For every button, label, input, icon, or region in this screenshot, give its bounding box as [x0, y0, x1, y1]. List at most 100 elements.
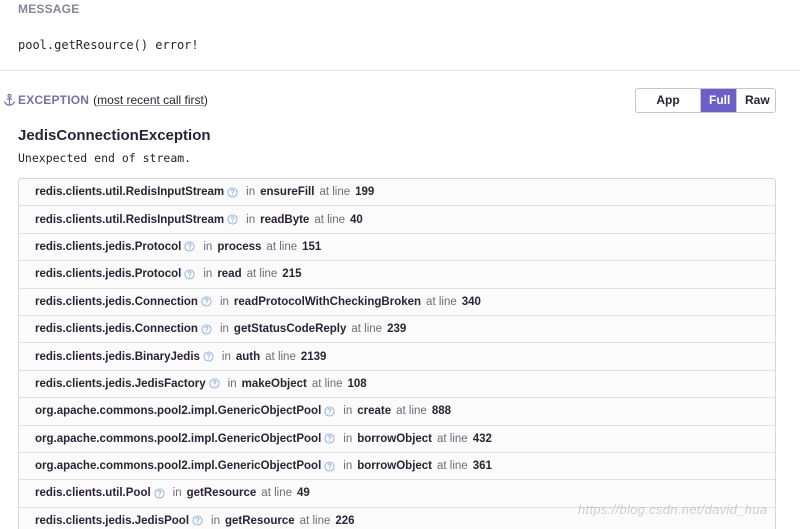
frame-at-line-text: at line	[437, 460, 468, 473]
frame-module: org.apache.commons.pool2.impl.GenericObj…	[35, 432, 322, 445]
frame-line-number: 151	[302, 240, 322, 253]
question-circle-icon[interactable]	[192, 515, 203, 526]
frame-line-number: 888	[431, 405, 452, 418]
full-button[interactable]: Full	[701, 89, 737, 112]
frame-function: getStatusCodeReply	[233, 323, 347, 336]
frame-at-line-text: at line	[396, 405, 427, 418]
message-text: pool.getResource() error!	[18, 38, 199, 52]
frame-module: redis.clients.jedis.Protocol	[35, 268, 182, 281]
frame-in-text: in	[219, 295, 229, 308]
frame-function: borrowObject	[357, 460, 433, 473]
stack-frame-row[interactable]: redis.clients.jedis.JedisFactory in makeOb…	[19, 371, 775, 399]
app-only-button[interactable]: App Only	[636, 89, 701, 112]
frame-line-number: 361	[472, 460, 492, 473]
frame-in-text: in	[343, 432, 353, 445]
frame-function: readByte	[260, 213, 310, 226]
frame-module: redis.clients.jedis.Connection	[35, 295, 198, 308]
question-circle-icon[interactable]	[227, 214, 238, 225]
frame-in-text: in	[227, 377, 237, 390]
frame-line-number: 49	[296, 487, 310, 500]
exception-value: Unexpected end of stream.	[18, 151, 192, 165]
frame-at-line-text: at line	[266, 240, 298, 253]
exception-header: EXCEPTION (most recent call first)	[3, 90, 208, 110]
frame-in-text: in	[203, 268, 213, 281]
frame-function: readProtocolWithCheckingBroken	[233, 295, 422, 308]
question-circle-icon[interactable]	[201, 296, 212, 307]
stacktrace-view-toggle: App Only Full Raw	[635, 88, 776, 113]
frame-at-line-text: at line	[319, 186, 351, 199]
question-circle-icon[interactable]	[154, 488, 165, 499]
frame-function: borrowObject	[357, 432, 433, 445]
stack-frame-row[interactable]: redis.clients.jedis.Protocol in process at …	[19, 234, 775, 262]
question-circle-icon[interactable]	[203, 351, 214, 362]
frame-function: getResource	[225, 514, 295, 527]
frame-in-text: in	[343, 460, 353, 473]
frame-line-number: 199	[355, 186, 375, 199]
frame-function: process	[217, 240, 262, 253]
stack-frame-row[interactable]: redis.clients.util.RedisInputStream in rea…	[19, 206, 775, 234]
frame-function: auth	[235, 350, 261, 363]
exception-heading: EXCEPTION	[18, 93, 90, 107]
frame-module: redis.clients.jedis.JedisPool	[35, 514, 190, 527]
stack-frame-row[interactable]: redis.clients.jedis.BinaryJedis in auth at …	[19, 343, 775, 371]
frame-module: redis.clients.jedis.Protocol	[35, 240, 182, 253]
question-circle-icon[interactable]	[184, 241, 195, 253]
raw-button[interactable]: Raw	[737, 89, 775, 112]
stack-frame-row[interactable]: redis.clients.jedis.Connection in getStatu…	[19, 316, 775, 344]
stack-frame-row[interactable]: org.apache.commons.pool2.impl.GenericObj…	[19, 426, 775, 453]
frame-function: getResource	[186, 487, 257, 500]
stack-frames-list: redis.clients.util.RedisInputStream in ens…	[18, 178, 776, 529]
frame-line-number: 340	[461, 295, 481, 308]
recent-call-text: (most recent call first)	[93, 93, 208, 107]
frame-module: redis.clients.util.RedisInputStream	[35, 213, 225, 226]
frame-at-line-text: at line	[351, 323, 383, 336]
exception-type: JedisConnectionException	[18, 127, 211, 144]
question-circle-icon[interactable]	[227, 187, 238, 198]
frame-function: makeObject	[241, 377, 307, 390]
question-circle-icon[interactable]	[324, 433, 335, 444]
most-recent-call-first-link[interactable]: most recent call first	[97, 93, 204, 107]
frame-function: ensureFill	[260, 186, 315, 199]
question-circle-icon[interactable]	[184, 269, 195, 280]
watermark: https://blog.csdn.net/david_hua	[578, 502, 768, 517]
question-circle-icon[interactable]	[324, 461, 335, 472]
anchor-icon[interactable]	[3, 93, 16, 107]
frame-in-text: in	[343, 405, 353, 418]
frame-line-number: 432	[472, 432, 492, 445]
recent-call-close-paren: )	[203, 93, 208, 107]
message-section: MESSAGE pool.getResource() error!	[0, 0, 800, 71]
frame-module: org.apache.commons.pool2.impl.GenericObj…	[35, 405, 322, 418]
frame-in-text: in	[211, 514, 220, 527]
frame-in-text: in	[221, 350, 231, 363]
stack-frame-row[interactable]: org.apache.commons.pool2.impl.GenericObj…	[19, 453, 775, 481]
frame-module: redis.clients.jedis.Connection	[35, 323, 198, 336]
frame-module: redis.clients.util.Pool	[35, 487, 151, 500]
frame-module: org.apache.commons.pool2.impl.GenericObj…	[35, 460, 322, 473]
stack-frame-row[interactable]: redis.clients.jedis.Connection in readProt…	[19, 289, 775, 316]
frame-at-line-text: at line	[299, 514, 331, 527]
frame-in-text: in	[246, 186, 256, 199]
frame-in-text: in	[172, 487, 182, 500]
frame-in-text: in	[246, 213, 256, 226]
question-circle-icon[interactable]	[324, 406, 335, 417]
frame-line-number: 108	[347, 377, 367, 390]
frame-at-line-text: at line	[265, 350, 296, 363]
frame-module: redis.clients.jedis.JedisFactory	[35, 377, 206, 390]
question-circle-icon[interactable]	[201, 324, 212, 335]
frame-at-line-text: at line	[246, 268, 278, 281]
frame-module: redis.clients.util.RedisInputStream	[35, 186, 225, 199]
frame-at-line-text: at line	[426, 295, 457, 308]
frame-line-number: 226	[335, 514, 355, 527]
stack-frame-row[interactable]: org.apache.commons.pool2.impl.GenericObj…	[19, 398, 775, 426]
frame-at-line-text: at line	[437, 432, 468, 445]
stack-frame-row[interactable]: redis.clients.util.RedisInputStream in ens…	[19, 179, 775, 207]
message-heading: MESSAGE	[18, 2, 80, 16]
frame-in-text: in	[219, 323, 229, 336]
frame-at-line-text: at line	[314, 213, 346, 226]
question-circle-icon[interactable]	[209, 378, 220, 389]
frame-at-line-text: at line	[261, 487, 292, 500]
stack-frame-row[interactable]: redis.clients.jedis.Protocol in read at lin…	[19, 261, 775, 289]
frame-line-number: 2139	[300, 350, 327, 363]
frame-at-line-text: at line	[311, 377, 343, 390]
frame-function: read	[217, 268, 242, 281]
